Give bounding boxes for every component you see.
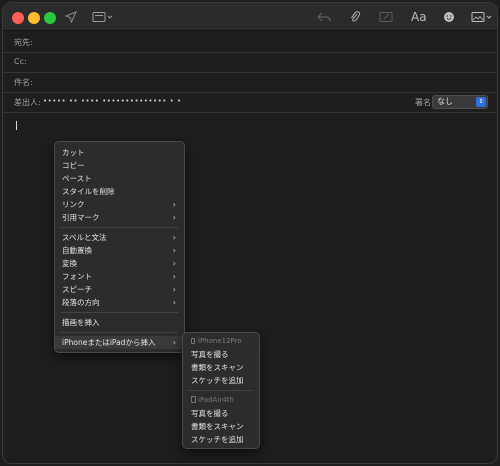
menu-item-label: 変換 xyxy=(62,259,77,268)
from-value[interactable]: ••••• •• •••• •••••••••••••• • • xyxy=(43,97,182,105)
header-fields-button[interactable] xyxy=(92,8,114,26)
context-menu-item[interactable]: 引用マーク › xyxy=(55,211,184,224)
context-menu-item[interactable]: リンク › xyxy=(55,198,184,211)
menu-item-label: 段落の方向 xyxy=(62,298,100,307)
continuity-submenu: iPhone12Pro 写真を撮る 書類をスキャン スケッチを追加 iPadAir4… xyxy=(182,332,260,449)
signature-select[interactable]: なし ⇕ xyxy=(432,95,488,109)
zoom-window-button[interactable] xyxy=(44,12,56,24)
submenu-item[interactable]: スケッチを追加 xyxy=(183,433,259,446)
context-menu-items: カット コピー ペースト スタイルを削除 リンク › 引用マーク › スペルと文法 › 自動置換 › 変… xyxy=(55,146,184,349)
chevron-right-icon: › xyxy=(172,213,176,222)
to-label: 宛先: xyxy=(14,38,33,47)
menu-item-label: 描画を挿入 xyxy=(62,318,100,327)
submenu-separator xyxy=(189,390,253,391)
to-field-row[interactable]: 宛先: xyxy=(3,33,497,53)
chevron-right-icon: › xyxy=(172,259,176,268)
signature-label: 署名: xyxy=(415,98,434,107)
menu-separator xyxy=(61,332,178,333)
text-cursor xyxy=(16,121,17,130)
chevron-right-icon: › xyxy=(172,233,176,242)
select-arrows-icon: ⇕ xyxy=(476,97,486,107)
context-menu-item[interactable]: コピー xyxy=(55,159,184,172)
chevron-right-icon: › xyxy=(172,285,176,294)
window-bottom-edge xyxy=(3,459,497,463)
cc-field-row[interactable]: Cc: xyxy=(3,53,497,73)
compose-window: Aa 宛先: Cc: 件名: 差出人: ••••• •• •••• ••••••… xyxy=(2,2,498,464)
submenu-item[interactable]: 書類をスキャン xyxy=(183,420,259,433)
from-field-row: 差出人: ••••• •• •••• •••••••••••••• • • 署名… xyxy=(3,93,497,113)
menu-item-label: 引用マーク xyxy=(62,213,100,222)
menu-item-label: カット xyxy=(62,148,85,157)
context-menu-item[interactable]: 描画を挿入 xyxy=(55,316,184,329)
emoji-icon[interactable] xyxy=(443,8,455,26)
device-header-ipad: iPadAir4th xyxy=(183,394,259,407)
submenu-item[interactable]: 書類をスキャン xyxy=(183,361,259,374)
context-menu-item[interactable]: カット xyxy=(55,146,184,159)
chevron-right-icon: › xyxy=(172,200,176,209)
iphone-icon xyxy=(191,338,195,344)
toolbar: Aa xyxy=(3,3,497,31)
chevron-right-icon: › xyxy=(172,272,176,281)
context-menu: カット コピー ペースト スタイルを削除 リンク › 引用マーク › スペルと文法 › 自動置換 › 変… xyxy=(54,141,185,353)
context-menu-item[interactable]: フォント › xyxy=(55,270,184,283)
chevron-right-icon: › xyxy=(172,338,176,347)
menu-item-label: ペースト xyxy=(62,174,92,183)
menu-separator xyxy=(61,227,178,228)
context-menu-item[interactable]: スピーチ › xyxy=(55,283,184,296)
menu-item-label: リンク xyxy=(62,200,85,209)
ipad-icon xyxy=(191,396,196,403)
submenu-item[interactable]: 写真を撮る xyxy=(183,407,259,420)
from-label: 差出人: xyxy=(14,98,41,107)
photo-browser-icon[interactable] xyxy=(471,8,493,26)
menu-separator xyxy=(61,312,178,313)
context-menu-item[interactable]: スペルと文法 › xyxy=(55,231,184,244)
minimize-window-button[interactable] xyxy=(28,12,40,24)
menu-item-label: 自動置換 xyxy=(62,246,92,255)
subject-field-row[interactable]: 件名: xyxy=(3,73,497,93)
menu-item-label: フォント xyxy=(62,272,92,281)
context-menu-item[interactable]: 自動置換 › xyxy=(55,244,184,257)
format-font-button[interactable]: Aa xyxy=(411,8,427,26)
signature-value: なし xyxy=(437,97,453,106)
markup-icon[interactable] xyxy=(379,8,393,26)
submenu-item[interactable]: スケッチを追加 xyxy=(183,374,259,387)
send-icon[interactable] xyxy=(65,8,77,26)
menu-item-label: コピー xyxy=(62,161,85,170)
submenu-item[interactable]: 写真を撮る xyxy=(183,348,259,361)
context-menu-item[interactable]: 変換 › xyxy=(55,257,184,270)
chevron-right-icon: › xyxy=(172,246,176,255)
menu-item-label: iPhoneまたはiPadから挿入 xyxy=(62,338,156,347)
menu-item-label: スピーチ xyxy=(62,285,92,294)
device-header-iphone: iPhone12Pro xyxy=(183,335,259,348)
context-menu-item[interactable]: スタイルを削除 xyxy=(55,185,184,198)
close-window-button[interactable] xyxy=(12,12,24,24)
context-menu-item[interactable]: 段落の方向 › xyxy=(55,296,184,309)
reply-icon[interactable] xyxy=(317,8,331,26)
cc-label: Cc: xyxy=(14,57,27,66)
subject-label: 件名: xyxy=(14,78,33,87)
context-menu-item[interactable]: ペースト xyxy=(55,172,184,185)
menu-item-label: スペルと文法 xyxy=(62,233,107,242)
chevron-right-icon: › xyxy=(172,298,176,307)
attachment-icon[interactable] xyxy=(349,8,361,26)
menu-item-label: スタイルを削除 xyxy=(62,187,115,196)
context-menu-item[interactable]: iPhoneまたはiPadから挿入 › xyxy=(55,336,184,349)
